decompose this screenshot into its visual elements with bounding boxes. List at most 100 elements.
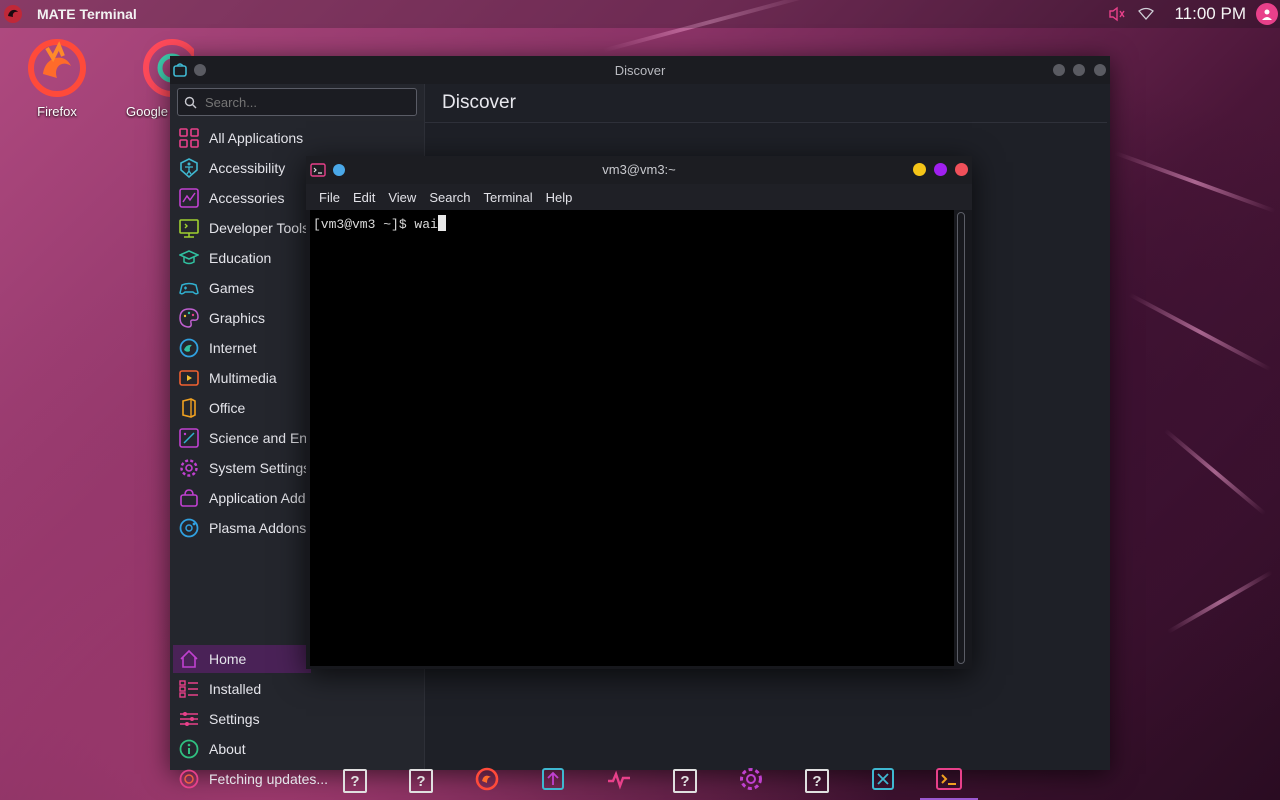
discover-close-button[interactable] xyxy=(1094,64,1106,76)
home-icon xyxy=(178,648,200,670)
unknown-app-icon: ? xyxy=(409,769,433,793)
menu-search[interactable]: Search xyxy=(429,190,470,205)
terminal-window: vm3@vm3:~ File Edit View Search Terminal… xyxy=(306,156,972,669)
user-avatar-icon[interactable] xyxy=(1256,3,1278,25)
dock-item-unknown-app[interactable]: ? xyxy=(652,762,718,800)
dock-item-system-monitor[interactable] xyxy=(586,762,652,800)
terminal-minimize-button[interactable] xyxy=(913,163,926,176)
discover-store-icon xyxy=(870,766,896,797)
discover-search-field[interactable] xyxy=(177,88,417,116)
desktop-icon-label: Firefox xyxy=(37,104,77,119)
dock-item-discover[interactable] xyxy=(850,762,916,800)
terminal-scrollbar[interactable] xyxy=(956,212,966,664)
gear-icon xyxy=(178,457,200,479)
gear-icon xyxy=(738,766,764,797)
menu-terminal[interactable]: Terminal xyxy=(484,190,533,205)
category-label: Internet xyxy=(209,340,257,356)
science-icon xyxy=(178,427,200,449)
menu-edit[interactable]: Edit xyxy=(353,190,375,205)
dock-item-terminal[interactable] xyxy=(916,762,982,800)
category-label: All Applications xyxy=(209,130,304,146)
accessibility-icon xyxy=(178,157,200,179)
discover-titlebar[interactable]: Discover xyxy=(170,56,1110,84)
category-label: Plasma Addons xyxy=(209,520,307,536)
terminal-output[interactable]: [vm3@vm3 ~]$ wai xyxy=(310,210,954,666)
nav-label: Fetching updates... xyxy=(209,771,329,787)
dock-item-settings[interactable] xyxy=(718,762,784,800)
search-input[interactable] xyxy=(203,93,407,111)
category-label: Science and Eng xyxy=(209,430,315,446)
internet-globe-icon xyxy=(178,337,200,359)
education-icon xyxy=(178,247,200,269)
category-label: Office xyxy=(209,400,246,416)
wallpaper-streak xyxy=(1163,428,1267,516)
nav-installed[interactable]: Installed xyxy=(178,675,418,703)
dock-item-unknown-app[interactable]: ? xyxy=(784,762,850,800)
dock-item-file-manager[interactable] xyxy=(520,762,586,800)
bottom-dock: ? ? ? ? xyxy=(322,762,982,800)
plasma-addons-icon xyxy=(178,517,200,539)
nav-about[interactable]: About xyxy=(178,735,418,763)
settings-sliders-icon xyxy=(178,708,200,730)
nav-label: Settings xyxy=(209,711,260,727)
volume-muted-icon[interactable] xyxy=(1108,6,1126,22)
discover-window-title: Discover xyxy=(614,62,666,78)
menu-help[interactable]: Help xyxy=(546,190,573,205)
terminal-window-title: vm3@vm3:~ xyxy=(602,162,676,177)
nav-label: About xyxy=(209,741,246,757)
search-icon xyxy=(184,96,197,109)
dock-item-firefox[interactable] xyxy=(454,762,520,800)
app-menu-logo-icon[interactable] xyxy=(2,3,24,25)
category-label: Games xyxy=(209,280,255,296)
multimedia-icon xyxy=(178,367,200,389)
palette-icon xyxy=(178,307,200,329)
dock-item-unknown-app[interactable]: ? xyxy=(322,762,388,800)
firefox-icon xyxy=(25,36,89,100)
terminal-menubar: File Edit View Search Terminal Help xyxy=(306,184,972,210)
terminal-command-line: [vm3@vm3 ~]$ wai xyxy=(313,215,446,232)
terminal-maximize-button[interactable] xyxy=(934,163,947,176)
gamepad-icon xyxy=(178,277,200,299)
category-label: Accessibility xyxy=(209,160,286,176)
installed-list-icon xyxy=(178,678,200,700)
system-monitor-icon xyxy=(606,766,632,797)
discover-page-title: Discover xyxy=(442,92,516,113)
category-label: Graphics xyxy=(209,310,266,326)
discover-minimize-button[interactable] xyxy=(1053,64,1065,76)
terminal-titlebar[interactable]: vm3@vm3:~ xyxy=(306,156,972,184)
office-icon xyxy=(178,397,200,419)
category-label: Application Add xyxy=(209,490,306,506)
desktop-icon-label: Google xyxy=(126,104,168,119)
unknown-app-icon: ? xyxy=(805,769,829,793)
divider xyxy=(425,122,1107,123)
terminal-icon xyxy=(935,767,963,796)
wallpaper-streak xyxy=(1167,570,1273,634)
top-panel: MATE Terminal 11:00 PM xyxy=(0,0,1280,28)
category-label: Developer Tools xyxy=(209,220,310,236)
firefox-icon xyxy=(474,766,500,797)
addons-bag-icon xyxy=(178,487,200,509)
dock-item-unknown-app[interactable]: ? xyxy=(388,762,454,800)
category-label: System Settings xyxy=(209,460,311,476)
terminal-close-button[interactable] xyxy=(955,163,968,176)
active-app-name[interactable]: MATE Terminal xyxy=(37,6,137,22)
wallpaper-streak xyxy=(1128,292,1272,372)
nav-home[interactable]: Home xyxy=(173,645,311,673)
terminal-typed-text: wai xyxy=(414,217,438,232)
terminal-scrollbar-thumb[interactable] xyxy=(957,212,965,664)
discover-maximize-button[interactable] xyxy=(1073,64,1085,76)
nav-settings[interactable]: Settings xyxy=(178,705,418,733)
updates-spinner-icon xyxy=(178,768,200,790)
menu-file[interactable]: File xyxy=(319,190,340,205)
developer-tools-icon xyxy=(178,217,200,239)
network-wifi-icon[interactable] xyxy=(1138,7,1155,21)
category-all-applications[interactable]: All Applications xyxy=(178,124,418,152)
nav-label: Home xyxy=(209,651,247,667)
menu-view[interactable]: View xyxy=(388,190,416,205)
info-icon xyxy=(178,738,200,760)
nav-label: Installed xyxy=(209,681,262,697)
wallpaper-streak xyxy=(1114,151,1276,213)
system-tray: 11:00 PM xyxy=(1096,0,1280,28)
clock[interactable]: 11:00 PM xyxy=(1174,4,1246,24)
desktop-icon-firefox[interactable]: Firefox xyxy=(12,36,102,119)
